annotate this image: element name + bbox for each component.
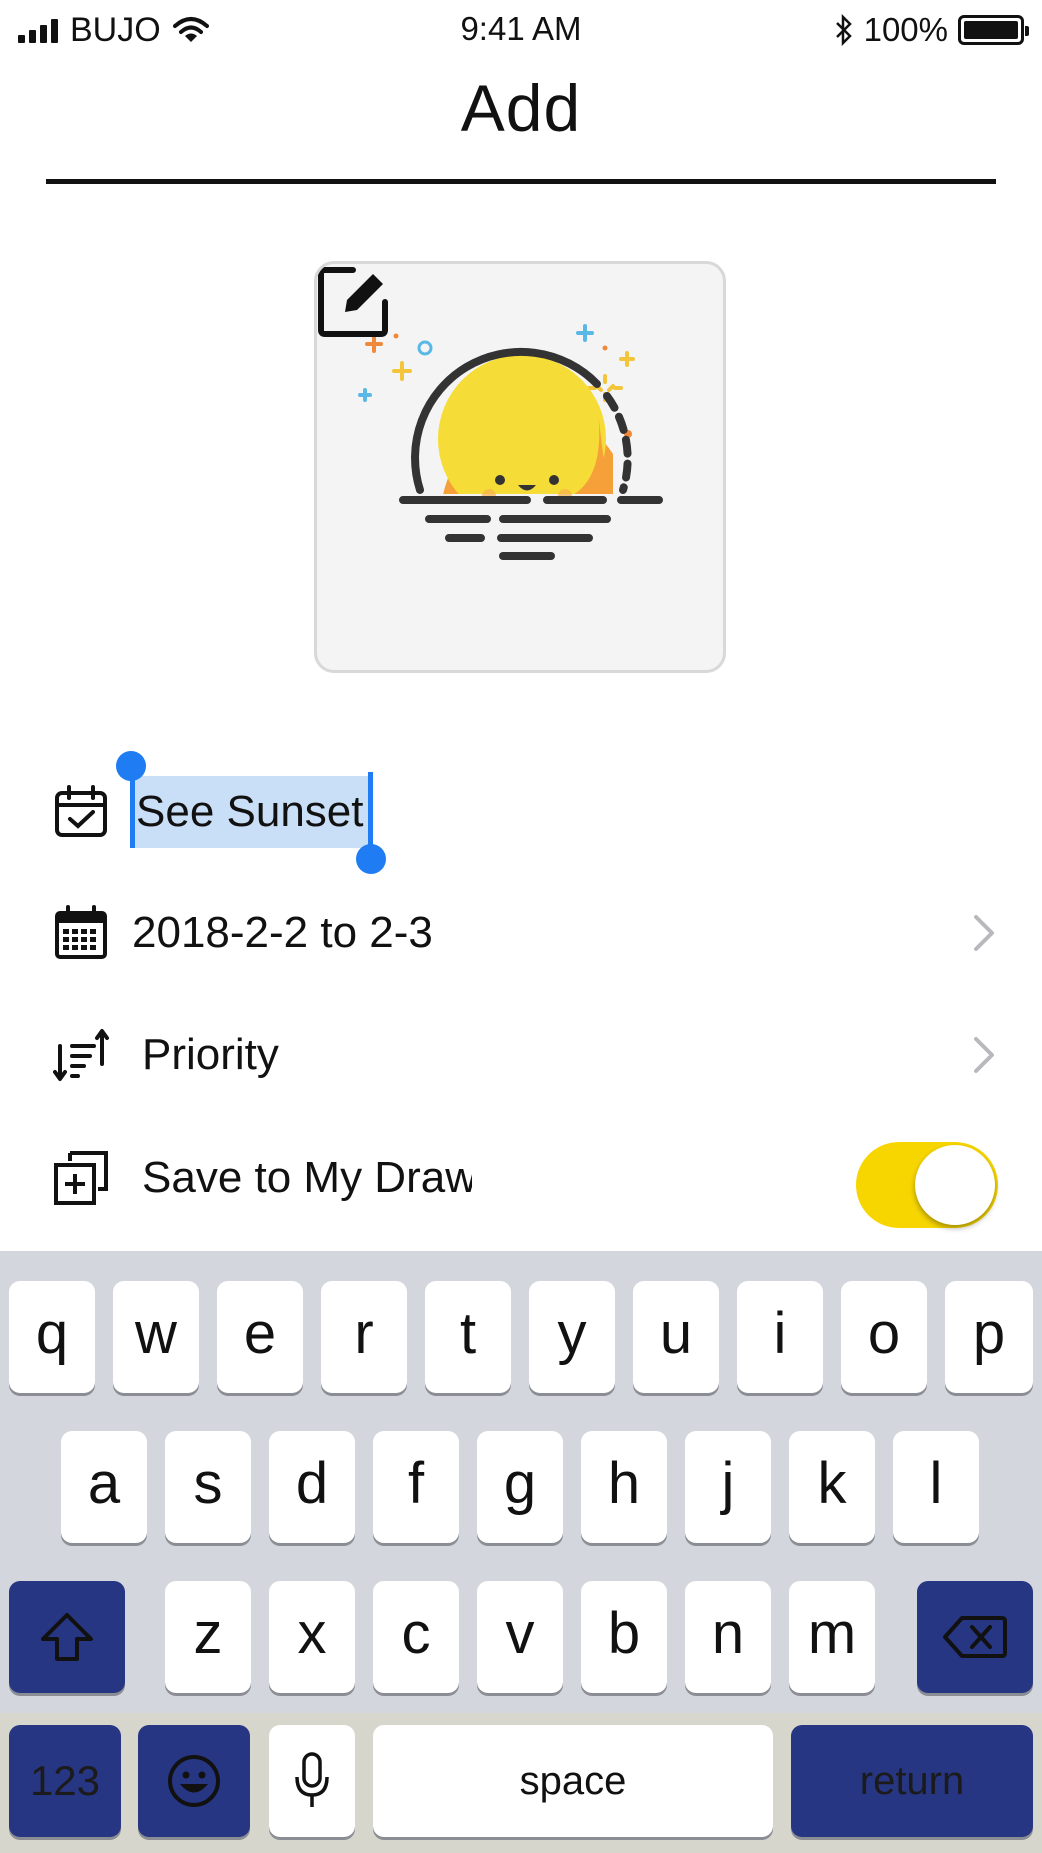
- key-z[interactable]: z: [165, 1581, 251, 1693]
- key-o[interactable]: o: [841, 1281, 927, 1393]
- key-b[interactable]: b: [581, 1581, 667, 1693]
- date-range-label: 2018-2-2 to 2-3: [132, 908, 433, 957]
- calendar-grid-icon: [55, 905, 107, 959]
- key-c[interactable]: c: [373, 1581, 459, 1693]
- key-n[interactable]: n: [685, 1581, 771, 1693]
- key-q[interactable]: q: [9, 1281, 95, 1393]
- backspace-icon: [943, 1616, 1007, 1658]
- microphone-icon: [295, 1752, 329, 1807]
- key-x[interactable]: x: [269, 1581, 355, 1693]
- battery-icon: [958, 15, 1029, 45]
- name-row[interactable]: See Sunset: [52, 751, 998, 874]
- key-m[interactable]: m: [789, 1581, 875, 1693]
- key-w[interactable]: w: [113, 1281, 199, 1393]
- backspace-key[interactable]: [917, 1581, 1033, 1693]
- key-g[interactable]: g: [477, 1431, 563, 1543]
- chevron-right-icon: [974, 915, 994, 951]
- key-k[interactable]: k: [789, 1431, 875, 1543]
- key-y[interactable]: y: [529, 1281, 615, 1393]
- battery-percent: 100%: [863, 11, 948, 48]
- emoji-icon: [168, 1755, 220, 1807]
- name-field[interactable]: See Sunset: [116, 751, 386, 874]
- key-f[interactable]: f: [373, 1431, 459, 1543]
- key-a[interactable]: a: [61, 1431, 147, 1543]
- key-p[interactable]: p: [945, 1281, 1033, 1393]
- bluetooth-icon: [835, 14, 852, 46]
- chevron-right-icon: [974, 1037, 994, 1073]
- numbers-key[interactable]: 123: [9, 1725, 121, 1837]
- key-i[interactable]: i: [737, 1281, 823, 1393]
- priority-row[interactable]: Priority: [52, 1015, 998, 1095]
- selection-end-handle[interactable]: [367, 772, 373, 848]
- key-d[interactable]: d: [269, 1431, 355, 1543]
- selection-end-knob[interactable]: [355, 844, 386, 874]
- page-title: Add: [460, 71, 582, 145]
- calendar-check-icon: [55, 785, 107, 837]
- edit-icon[interactable]: [317, 264, 391, 338]
- key-j[interactable]: j: [685, 1431, 771, 1543]
- image-card[interactable]: [314, 261, 726, 673]
- keyboard: q w e r t y u i o p a s d f g h j k l z …: [0, 1251, 1042, 1853]
- selection-start-handle[interactable]: [130, 772, 135, 848]
- status-bar: BUJO 9:41 AM 100%: [0, 0, 1042, 60]
- date-row[interactable]: 2018-2-2 to 2-3: [52, 893, 998, 973]
- key-s[interactable]: s: [165, 1431, 251, 1543]
- status-right: 100%: [834, 8, 1029, 52]
- shift-icon: [41, 1613, 93, 1661]
- toggle-thumb: [915, 1145, 995, 1225]
- priority-label: Priority: [142, 1030, 279, 1079]
- name-input-value[interactable]: See Sunset: [132, 776, 370, 848]
- save-to-drawer-toggle[interactable]: [856, 1142, 998, 1228]
- space-key[interactable]: space: [373, 1725, 773, 1837]
- emoji-key[interactable]: [138, 1725, 250, 1837]
- key-l[interactable]: l: [893, 1431, 979, 1543]
- key-u[interactable]: u: [633, 1281, 719, 1393]
- sort-priority-icon: [53, 1029, 109, 1081]
- key-v[interactable]: v: [477, 1581, 563, 1693]
- dictation-key[interactable]: [269, 1725, 355, 1837]
- header-divider: [46, 179, 996, 184]
- key-t[interactable]: t: [425, 1281, 511, 1393]
- add-to-drawer-icon: [54, 1151, 108, 1205]
- save-row: Save to My Draw: [52, 1138, 998, 1228]
- shift-key[interactable]: [9, 1581, 125, 1693]
- key-e[interactable]: e: [217, 1281, 303, 1393]
- key-h[interactable]: h: [581, 1431, 667, 1543]
- key-r[interactable]: r: [321, 1281, 407, 1393]
- selection-start-knob[interactable]: [116, 751, 146, 781]
- return-key[interactable]: return: [791, 1725, 1033, 1837]
- save-to-drawer-label: Save to My Draw: [142, 1153, 472, 1202]
